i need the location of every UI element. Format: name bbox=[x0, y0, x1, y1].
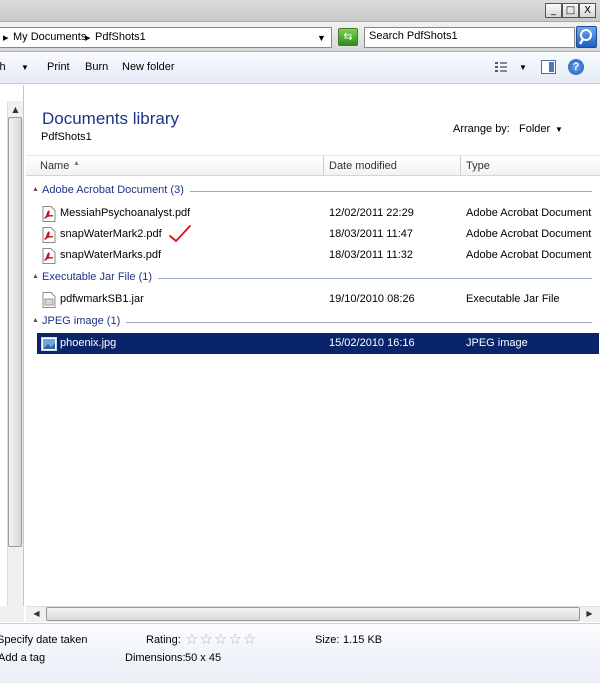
search-icon bbox=[578, 29, 592, 45]
scroll-right-icon[interactable]: ▶ bbox=[582, 606, 597, 621]
library-title: Documents library bbox=[42, 109, 179, 128]
file-name: pdfwmarkSB1.jar bbox=[60, 293, 144, 305]
file-date: 18/03/2011 11:47 bbox=[329, 228, 414, 240]
breadcrumb-my-documents[interactable]: My Documents bbox=[13, 31, 86, 43]
pdf-icon bbox=[42, 248, 56, 264]
horizontal-scroll-thumb[interactable] bbox=[46, 607, 580, 621]
group-label: Adobe Acrobat Document (3) bbox=[42, 184, 190, 196]
command-bar: ith ▼ Print Burn New folder ▼ ? bbox=[0, 52, 600, 84]
print-button[interactable]: Print bbox=[47, 61, 70, 73]
file-name: snapWaterMark2.pdf bbox=[60, 228, 162, 240]
file-type: JPEG image bbox=[466, 337, 528, 349]
sort-ascending-icon: ▲ bbox=[73, 160, 80, 167]
tags-field[interactable]: Add a tag bbox=[0, 652, 45, 664]
library-subtitle: PdfShots1 bbox=[41, 131, 92, 143]
refresh-button[interactable]: ⇆ bbox=[338, 28, 358, 46]
maximize-button[interactable]: □ bbox=[562, 3, 579, 18]
rating-stars[interactable]: ☆☆☆☆☆ bbox=[185, 630, 257, 648]
file-date: 18/03/2011 11:32 bbox=[329, 249, 414, 261]
file-row[interactable]: snapWaterMark2.pdf 18/03/2011 11:47 Adob… bbox=[36, 224, 598, 245]
file-date: 19/10/2010 08:26 bbox=[329, 293, 415, 305]
rating-label: Rating: bbox=[146, 634, 181, 646]
views-icon[interactable] bbox=[494, 60, 508, 74]
file-type: Adobe Acrobat Document bbox=[466, 228, 592, 240]
date-taken-field[interactable]: Specify date taken bbox=[0, 634, 88, 646]
navigation-scroll-thumb[interactable] bbox=[8, 117, 22, 547]
file-name: snapWaterMarks.pdf bbox=[60, 249, 162, 261]
new-folder-button[interactable]: New folder bbox=[122, 61, 175, 73]
collapse-group-icon[interactable]: ▲ bbox=[32, 186, 39, 193]
arrange-by-dropdown[interactable]: Folder bbox=[519, 123, 550, 135]
scroll-left-icon[interactable]: ◀ bbox=[29, 606, 44, 621]
navigation-pane-hscroll bbox=[0, 606, 24, 622]
dimensions-value: 50 x 45 bbox=[185, 652, 222, 664]
burn-button[interactable]: Burn bbox=[85, 61, 108, 73]
file-type: Executable Jar File bbox=[466, 293, 560, 305]
size-value: 1.15 KB bbox=[343, 634, 383, 646]
file-row[interactable]: pdfwmarkSB1.jar 19/10/2010 08:26 Executa… bbox=[36, 289, 598, 310]
file-row[interactable]: snapWaterMarks.pdf 18/03/2011 11:32 Adob… bbox=[36, 245, 598, 266]
open-with-dropdown-icon[interactable]: ▼ bbox=[21, 63, 29, 72]
pdf-icon bbox=[42, 227, 56, 243]
address-bar[interactable]: ▸ My Documents ▸ PdfShots1 ▼ bbox=[0, 27, 332, 48]
breadcrumb-pdfshots1[interactable]: PdfShots1 bbox=[95, 31, 146, 43]
close-button[interactable]: X bbox=[579, 3, 596, 18]
star-icon[interactable]: ☆ bbox=[199, 630, 212, 648]
arrange-by-dropdown-icon[interactable]: ▼ bbox=[555, 125, 563, 134]
image-icon bbox=[41, 337, 57, 351]
help-icon[interactable]: ? bbox=[568, 59, 584, 75]
jar-icon bbox=[42, 292, 56, 308]
column-header-date-modified[interactable]: Date modified bbox=[329, 160, 397, 172]
star-icon[interactable]: ☆ bbox=[185, 630, 198, 648]
column-header-name[interactable]: Name bbox=[40, 160, 69, 172]
column-divider[interactable] bbox=[460, 156, 461, 176]
star-icon[interactable]: ☆ bbox=[214, 630, 227, 648]
address-dropdown-button[interactable]: ▼ bbox=[317, 33, 326, 43]
file-date: 15/02/2010 16:16 bbox=[329, 337, 415, 349]
minimize-button[interactable]: _ bbox=[545, 3, 562, 18]
column-header-type[interactable]: Type bbox=[466, 160, 490, 172]
arrange-by-label: Arrange by: bbox=[453, 123, 510, 135]
file-type: Adobe Acrobat Document bbox=[466, 249, 592, 261]
group-label: Executable Jar File (1) bbox=[42, 271, 159, 283]
file-date: 12/02/2011 22:29 bbox=[329, 207, 414, 219]
search-box[interactable] bbox=[364, 27, 575, 48]
file-type: Adobe Acrobat Document bbox=[466, 207, 592, 219]
breadcrumb-separator[interactable]: ▸ bbox=[85, 31, 91, 44]
collapse-group-icon[interactable]: ▲ bbox=[32, 317, 39, 324]
column-header-row: Name ▲ Date modified Type bbox=[26, 155, 600, 176]
file-name: phoenix.jpg bbox=[60, 337, 117, 349]
star-icon[interactable]: ☆ bbox=[243, 630, 256, 648]
group-header-executable-jar[interactable]: ▲ Executable Jar File (1) bbox=[32, 271, 592, 285]
breadcrumb-separator[interactable]: ▸ bbox=[3, 31, 9, 44]
scroll-up-icon[interactable]: ▲ bbox=[8, 102, 23, 117]
search-input[interactable] bbox=[369, 30, 569, 42]
collapse-group-icon[interactable]: ▲ bbox=[32, 273, 39, 280]
views-dropdown-icon[interactable]: ▼ bbox=[519, 63, 527, 72]
column-divider[interactable] bbox=[323, 156, 324, 176]
check-mark-icon bbox=[169, 225, 191, 242]
pdf-icon bbox=[42, 206, 56, 222]
details-pane: Specify date taken Add a tag Rating: ☆☆☆… bbox=[0, 623, 600, 683]
search-button[interactable] bbox=[576, 26, 597, 48]
size-label: Size: bbox=[315, 634, 340, 646]
group-header-adobe-acrobat[interactable]: ▲ Adobe Acrobat Document (3) bbox=[32, 184, 592, 198]
group-label: JPEG image (1) bbox=[42, 315, 127, 327]
file-row[interactable]: MessiahPsychoanalyst.pdf 12/02/2011 22:2… bbox=[36, 203, 598, 224]
preview-pane-icon[interactable] bbox=[541, 60, 556, 74]
group-header-jpeg-image[interactable]: ▲ JPEG image (1) bbox=[32, 315, 592, 329]
dimensions-label: Dimensions: bbox=[125, 652, 186, 664]
address-row: ▸ My Documents ▸ PdfShots1 ▼ ⇆ bbox=[0, 22, 600, 52]
open-with-button[interactable]: ith bbox=[0, 61, 6, 73]
file-row-selected[interactable]: phoenix.jpg 15/02/2010 16:16 JPEG image bbox=[37, 333, 599, 354]
title-bar: _ □ X bbox=[0, 0, 600, 22]
file-name: MessiahPsychoanalyst.pdf bbox=[60, 207, 191, 219]
star-icon[interactable]: ☆ bbox=[228, 630, 241, 648]
